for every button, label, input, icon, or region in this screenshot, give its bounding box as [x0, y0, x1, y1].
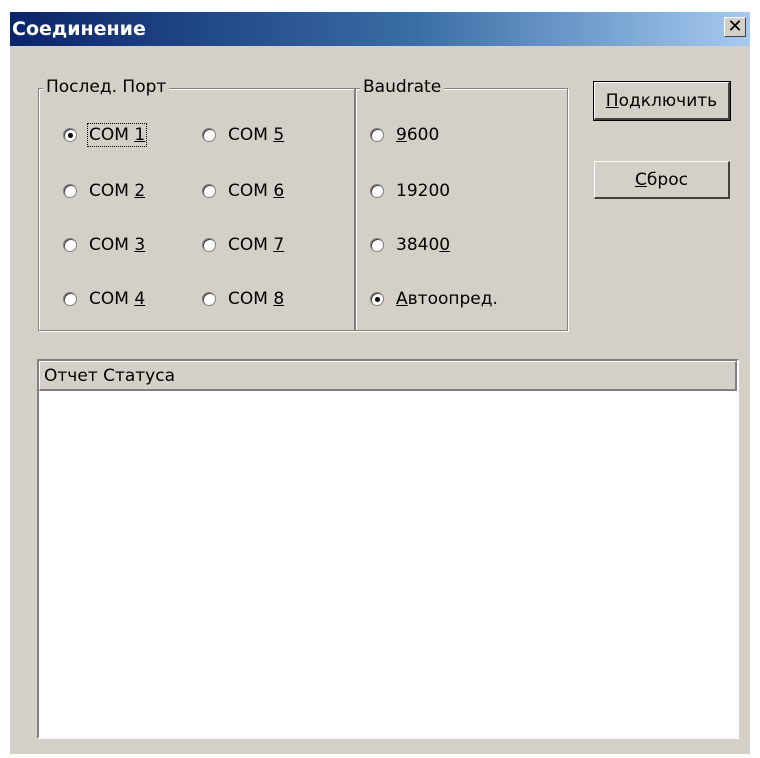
- radio-com-5[interactable]: COM 5: [202, 123, 284, 147]
- radio-com-4-indicator[interactable]: [63, 292, 77, 306]
- radio-com-1-label[interactable]: COM 1: [86, 123, 148, 147]
- radio-com-8-indicator[interactable]: [202, 292, 216, 306]
- radio-baud-38400-label[interactable]: 38400: [396, 235, 450, 255]
- status-report-list[interactable]: Отчет Статуса: [37, 359, 739, 739]
- reset-button[interactable]: Сброс: [594, 161, 730, 199]
- title-bar[interactable]: Соединение ✕: [10, 12, 750, 46]
- serial-port-group-label: Послед. Порт: [43, 77, 170, 97]
- radio-baud-9600[interactable]: 9600: [370, 123, 439, 147]
- radio-baud-38400[interactable]: 38400: [370, 233, 450, 257]
- baudrate-group-label: Baudrate: [360, 77, 445, 97]
- radio-com-7-indicator[interactable]: [202, 238, 216, 252]
- radio-baud-9600-label[interactable]: 9600: [396, 125, 439, 145]
- radio-baud-19200-label[interactable]: 19200: [396, 181, 450, 201]
- radio-com-6-indicator[interactable]: [202, 184, 216, 198]
- serial-port-group: Послед. Порт COM 1 COM 2 COM 3 COM 4 COM…: [38, 77, 355, 331]
- radio-com-5-label[interactable]: COM 5: [228, 125, 284, 145]
- radio-com-8[interactable]: COM 8: [202, 287, 284, 311]
- status-report-header[interactable]: Отчет Статуса: [39, 361, 737, 391]
- close-button[interactable]: ✕: [724, 17, 746, 37]
- window-title: Соединение: [12, 18, 146, 40]
- radio-baud-9600-indicator[interactable]: [370, 128, 384, 142]
- radio-com-4[interactable]: COM 4: [63, 287, 145, 311]
- radio-com-7[interactable]: COM 7: [202, 233, 284, 257]
- radio-com-4-label[interactable]: COM 4: [89, 289, 145, 309]
- radio-com-6[interactable]: COM 6: [202, 179, 284, 203]
- radio-baud-38400-indicator[interactable]: [370, 238, 384, 252]
- connection-dialog: Соединение ✕ Послед. Порт COM 1 COM 2 CO…: [10, 12, 750, 754]
- radio-com-2[interactable]: COM 2: [63, 179, 145, 203]
- radio-com-1-indicator[interactable]: [63, 128, 77, 142]
- baudrate-group: Baudrate 9600 19200 38400 Автоопред.: [355, 77, 568, 331]
- radio-com-8-label[interactable]: COM 8: [228, 289, 284, 309]
- radio-com-6-label[interactable]: COM 6: [228, 181, 284, 201]
- radio-baud-auto-indicator[interactable]: [370, 292, 384, 306]
- radio-com-7-label[interactable]: COM 7: [228, 235, 284, 255]
- radio-com-2-label[interactable]: COM 2: [89, 181, 145, 201]
- radio-baud-19200[interactable]: 19200: [370, 179, 450, 203]
- radio-baud-auto[interactable]: Автоопред.: [370, 287, 498, 311]
- radio-com-3-indicator[interactable]: [63, 238, 77, 252]
- radio-com-3[interactable]: COM 3: [63, 233, 145, 257]
- radio-com-5-indicator[interactable]: [202, 128, 216, 142]
- connect-button[interactable]: Подключить: [593, 81, 731, 121]
- radio-baud-auto-label[interactable]: Автоопред.: [396, 289, 498, 309]
- radio-com-1[interactable]: COM 1: [63, 123, 148, 147]
- radio-com-3-label[interactable]: COM 3: [89, 235, 145, 255]
- radio-baud-19200-indicator[interactable]: [370, 184, 384, 198]
- radio-com-2-indicator[interactable]: [63, 184, 77, 198]
